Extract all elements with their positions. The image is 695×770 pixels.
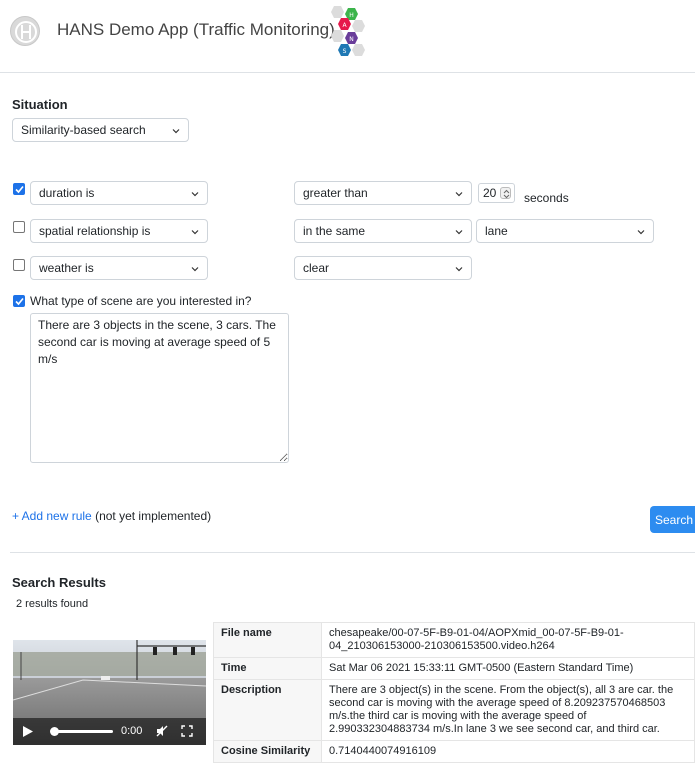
play-icon[interactable]	[23, 726, 33, 737]
add-new-rule-link[interactable]: + Add new rule	[12, 509, 92, 523]
detail-label: Cosine Similarity	[213, 740, 322, 763]
chevron-down-icon	[191, 230, 199, 235]
rule-duration-operator-value: greater than	[303, 186, 368, 200]
add-rule-note: (not yet implemented)	[91, 509, 212, 523]
checkmark-icon	[15, 297, 24, 306]
detail-label: Description	[213, 679, 322, 741]
search-button[interactable]: Search	[650, 506, 695, 533]
search-results-heading: Search Results	[12, 575, 106, 590]
rule-weather-operator-value: clear	[303, 261, 330, 275]
situation-heading: Situation	[12, 97, 68, 112]
table-row: Time Sat Mar 06 2021 15:33:11 GMT-0500 (…	[213, 657, 695, 680]
fullscreen-icon[interactable]	[181, 725, 193, 737]
rule-spatial-value-select[interactable]: lane	[476, 219, 654, 243]
chevron-down-icon	[455, 192, 463, 197]
rule-duration-field-select[interactable]: duration is	[30, 181, 208, 205]
detail-value-description: There are 3 object(s) in the scene. From…	[321, 679, 695, 741]
video-controls: 0:00	[13, 718, 206, 745]
chevron-down-icon	[455, 267, 463, 272]
scene-checkbox[interactable]	[13, 295, 25, 307]
detail-label: Time	[213, 657, 322, 680]
checkmark-icon	[15, 185, 24, 194]
table-row: File name chesapeake/00-07-5F-B9-01-04/A…	[213, 622, 695, 658]
rule-spatial-field-select[interactable]: spatial relationship is	[30, 219, 208, 243]
chevron-down-icon	[172, 129, 180, 134]
chevron-down-icon	[191, 267, 199, 272]
detail-value-cosine-similarity: 0.7140440074916109	[321, 740, 695, 763]
result-details-table: File name chesapeake/00-07-5F-B9-01-04/A…	[213, 622, 695, 763]
rule-spatial-operator-select[interactable]: in the same	[294, 219, 472, 243]
hex-letter-s: S	[343, 48, 347, 55]
rule-duration-unit: seconds	[524, 191, 569, 205]
rule-weather-operator-select[interactable]: clear	[294, 256, 472, 280]
scene-question-label: What type of scene are you interested in…	[30, 294, 252, 308]
rule-weather-field-value: weather is	[39, 261, 94, 275]
rule-duration-number-input[interactable]: 20	[478, 183, 515, 203]
bosch-logo-icon	[10, 16, 40, 46]
app-title: HANS Demo App (Traffic Monitoring)	[57, 20, 335, 39]
hans-hex-logo-icon: H A N S	[331, 6, 365, 56]
video-progress-knob[interactable]	[50, 727, 59, 736]
rule-spatial-operator-value: in the same	[303, 224, 366, 238]
detail-label: File name	[213, 622, 322, 658]
table-row: Description There are 3 object(s) in the…	[213, 679, 695, 741]
chevron-down-icon	[455, 230, 463, 235]
result-video-player[interactable]: 0:00	[13, 640, 206, 745]
rule-spatial-field-value: spatial relationship is	[39, 224, 151, 238]
video-frame-scene	[13, 640, 206, 701]
rule-duration-checkbox[interactable]	[13, 183, 25, 195]
search-mode-select[interactable]: Similarity-based search	[12, 118, 189, 142]
add-rule-row: + Add new rule (not yet implemented)	[12, 509, 211, 523]
rule-spatial-checkbox[interactable]	[13, 221, 25, 233]
rule-weather-checkbox[interactable]	[13, 259, 25, 271]
table-row: Cosine Similarity 0.7140440074916109	[213, 740, 695, 763]
section-divider	[10, 552, 695, 553]
mute-icon[interactable]	[156, 725, 168, 737]
detail-value-time: Sat Mar 06 2021 15:33:11 GMT-0500 (Easte…	[321, 657, 695, 680]
chevron-down-icon	[637, 230, 645, 235]
rule-spatial-value: lane	[485, 224, 508, 238]
rule-duration-operator-select[interactable]: greater than	[294, 181, 472, 205]
video-time: 0:00	[121, 725, 143, 737]
search-mode-value: Similarity-based search	[21, 123, 146, 137]
video-progress-track[interactable]	[50, 727, 113, 736]
chevron-down-icon	[191, 192, 199, 197]
results-count: 2 results found	[16, 598, 89, 610]
number-spinner-icon[interactable]	[500, 187, 511, 199]
hex-letter-h: H	[349, 12, 354, 19]
hex-letter-n: N	[349, 36, 354, 43]
scene-description-textarea[interactable]: There are 3 objects in the scene, 3 cars…	[30, 313, 289, 463]
detail-value-file-name: chesapeake/00-07-5F-B9-01-04/AOPXmid_00-…	[321, 622, 695, 658]
rule-weather-field-select[interactable]: weather is	[30, 256, 208, 280]
rule-duration-field-value: duration is	[39, 186, 95, 200]
rule-duration-number-value: 20	[483, 186, 497, 200]
